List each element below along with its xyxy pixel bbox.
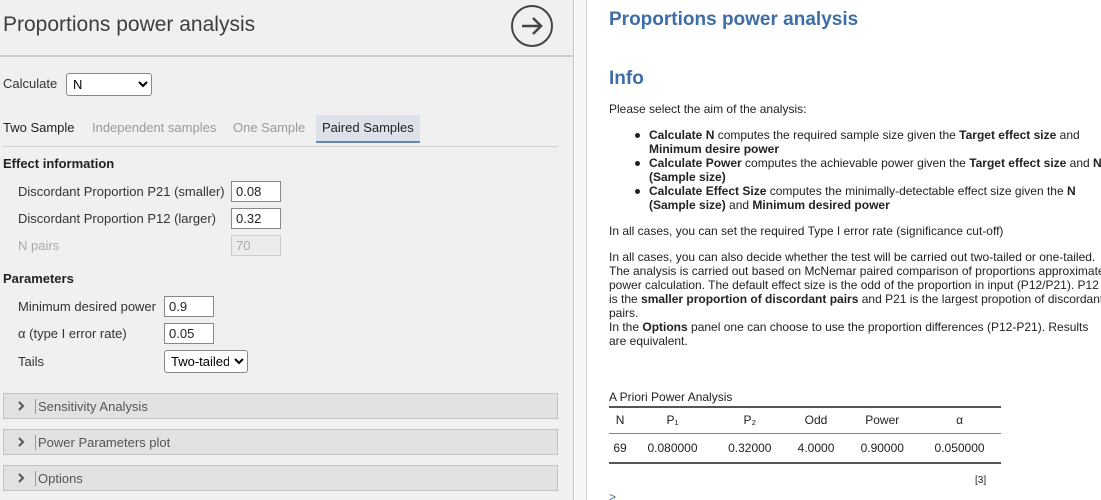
tab-independent-samples[interactable]: Independent samples	[86, 115, 222, 143]
power-label: Minimum desired power	[18, 299, 156, 314]
output-prompt: >	[609, 490, 617, 500]
bullet-dot	[635, 133, 640, 138]
p21-label: Discordant Proportion P21 (smaller)	[18, 184, 225, 199]
cell-odd: 4.0000	[785, 433, 847, 464]
cell-p1: 0.080000	[631, 433, 714, 464]
bullet-calculate-n: Calculate N computes the required sample…	[649, 128, 1080, 142]
info-heading: Info	[609, 68, 644, 89]
col-header-n: N	[609, 406, 632, 434]
calculate-select[interactable]: N	[66, 73, 152, 96]
results-title: Proportions power analysis	[609, 9, 859, 30]
close-options-arrow-icon[interactable]	[511, 5, 553, 47]
cell-n: 69	[609, 433, 632, 464]
power-input[interactable]	[164, 296, 214, 317]
panel-separator	[35, 399, 36, 414]
chevron-right-icon	[18, 473, 25, 483]
type-i-error-note: In all cases, you can set the required T…	[609, 224, 1004, 238]
sensitivity-analysis-panel[interactable]: Sensitivity Analysis	[3, 393, 558, 419]
power-parameters-plot-label: Power Parameters plot	[38, 435, 171, 450]
power-parameters-plot-panel[interactable]: Power Parameters plot	[3, 429, 558, 455]
tab-divider	[3, 146, 558, 147]
table-header-row: N P₁ P₂ Odd Power α	[609, 406, 1001, 434]
alpha-input[interactable]	[164, 323, 214, 344]
tab-two-sample[interactable]: Two Sample	[0, 115, 81, 143]
options-header: Proportions power analysis	[0, 0, 573, 57]
alpha-label: α (type I error rate)	[18, 326, 127, 341]
tails-note-line3: power calculation. The default effect si…	[609, 278, 1099, 292]
tails-note-line1: In all cases, you can also decide whethe…	[609, 250, 1096, 264]
chevron-right-icon	[18, 401, 25, 411]
col-header-p2: P₂	[713, 406, 786, 434]
cell-p2: 0.32000	[713, 433, 786, 464]
panel-separator	[35, 471, 36, 486]
tails-note-line2: The analysis is carried out based on McN…	[609, 264, 1101, 278]
effect-information-heading: Effect information	[3, 156, 115, 171]
col-header-p1: P₁	[631, 406, 714, 434]
options-collapse-panel[interactable]: Options	[3, 465, 558, 491]
panel-separator	[35, 435, 36, 450]
cell-power: 0.90000	[846, 433, 919, 464]
options-note-line1: In the Options panel one can choose to u…	[609, 320, 1089, 334]
bullet-dot	[635, 161, 640, 166]
bullet-calculate-effect-size: Calculate Effect Size computes the minim…	[649, 184, 1076, 198]
a-priori-power-table: N P₁ P₂ Odd Power α 69 0.080000 0.32000 …	[609, 406, 1001, 464]
options-label: Options	[38, 471, 83, 486]
p12-input[interactable]	[231, 208, 281, 229]
bullet-dot	[635, 189, 640, 194]
table-caption: A Priori Power Analysis	[609, 390, 733, 404]
bullet-calculate-effect-size-cont: (Sample size) and Minimum desired power	[649, 198, 890, 212]
options-panel: Proportions power analysis Calculate N T…	[0, 0, 574, 500]
n-pairs-input	[231, 235, 281, 256]
p12-label: Discordant Proportion P12 (larger)	[18, 211, 216, 226]
col-header-alpha: α	[918, 406, 1001, 434]
tab-one-sample[interactable]: One Sample	[227, 115, 311, 143]
bullet-calculate-power-cont: (Sample size)	[649, 170, 726, 184]
parameters-heading: Parameters	[3, 271, 74, 286]
n-pairs-label: N pairs	[18, 238, 60, 253]
tab-paired-samples[interactable]: Paired Samples	[316, 115, 420, 143]
table-row: 69 0.080000 0.32000 4.0000 0.90000 0.050…	[609, 433, 1001, 464]
p21-input[interactable]	[231, 181, 281, 202]
reference-note[interactable]: [3]	[975, 475, 986, 486]
panel-splitter[interactable]	[575, 0, 587, 500]
tails-note-line5: pairs.	[609, 306, 639, 320]
tails-note-line4: is the smaller proportion of discordant …	[609, 292, 1101, 306]
bullet-calculate-power: Calculate Power computes the achievable …	[649, 156, 1101, 170]
options-note-line2: are equivalent.	[609, 334, 688, 348]
analysis-title: Proportions power analysis	[3, 13, 256, 36]
chevron-right-icon	[18, 437, 25, 447]
col-header-odd: Odd	[785, 406, 847, 434]
col-header-power: Power	[846, 406, 919, 434]
calculate-label: Calculate	[3, 76, 58, 91]
intro-text: Please select the aim of the analysis:	[609, 102, 807, 116]
results-panel: Proportions power analysis Info Please s…	[588, 0, 1101, 500]
cell-alpha: 0.050000	[918, 433, 1001, 464]
sensitivity-analysis-label: Sensitivity Analysis	[38, 399, 148, 414]
tails-label: Tails	[18, 354, 45, 369]
bullet-calculate-n-cont: Minimum desire power	[649, 142, 780, 156]
tails-select[interactable]: Two-tailed	[164, 350, 248, 373]
